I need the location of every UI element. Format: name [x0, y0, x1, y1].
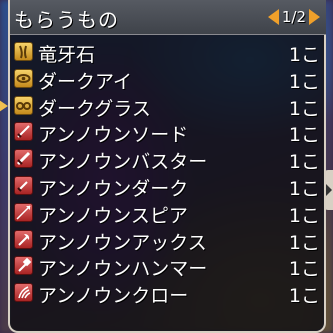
window-title: もらうもの	[14, 8, 119, 32]
chevron-right-icon	[326, 184, 332, 196]
greatsword-icon	[14, 149, 33, 169]
axe-icon	[14, 229, 33, 249]
item-quantity: 1こ	[288, 204, 320, 227]
item-quantity: 1こ	[288, 231, 320, 254]
list-item[interactable]: アンノウンクロー 1こ	[10, 279, 326, 308]
item-quantity: 1こ	[288, 97, 320, 120]
fang-stone-icon	[14, 42, 33, 61]
item-name: アンノウンダーク	[38, 177, 189, 200]
item-quantity: 1こ	[288, 151, 320, 174]
hammer-icon	[14, 256, 33, 276]
page-number: 1/2	[281, 8, 306, 26]
item-name: ダークグラス	[38, 97, 151, 120]
list-item[interactable]: アンノウンハンマー 1こ	[10, 252, 326, 281]
prev-page-icon[interactable]	[267, 9, 279, 25]
item-name: 竜牙石	[38, 44, 96, 66]
item-name: アンノウンソード	[38, 124, 189, 147]
item-name: アンノウンスピア	[38, 204, 188, 227]
next-page-icon[interactable]	[309, 9, 320, 25]
item-quantity: 1こ	[288, 70, 320, 93]
sword-icon	[14, 122, 33, 142]
item-quantity: 1こ	[288, 44, 320, 66]
item-quantity: 1こ	[288, 177, 320, 200]
title-bar: もらうもの 1/2	[10, 0, 326, 35]
spear-icon	[14, 202, 33, 222]
list-item[interactable]: ダークグラス 1こ	[10, 92, 326, 120]
list-item[interactable]: アンノウンスピア 1こ	[10, 199, 326, 227]
item-name: アンノウンハンマー	[38, 258, 208, 281]
page-indicator: 1/2	[267, 8, 320, 26]
item-quantity: 1こ	[288, 124, 320, 147]
side-scroll-tab[interactable]	[324, 170, 333, 210]
list-item[interactable]: アンノウンソード 1こ	[10, 118, 326, 147]
list-item[interactable]: アンノウンバスター 1こ	[10, 145, 326, 174]
item-name: アンノウンクロー	[38, 285, 189, 308]
selection-cursor-icon	[0, 100, 8, 112]
item-name: アンノウンバスター	[38, 151, 208, 174]
glasses-icon	[14, 95, 33, 115]
claw-icon	[14, 283, 33, 303]
list-item[interactable]: 竜牙石 1こ	[10, 38, 326, 66]
list-item[interactable]: アンノウンダーク 1こ	[10, 172, 326, 200]
item-quantity: 1こ	[288, 258, 320, 281]
eye-icon	[14, 68, 33, 88]
item-name: ダークアイ	[38, 70, 133, 93]
item-list-window: もらうもの 1/2 竜牙石 1こ ダークアイ 1こ ダークグラス 1こ アンノウンソード 1こ…	[8, 0, 326, 333]
item-name: アンノウンアックス	[38, 231, 207, 254]
dagger-icon	[14, 175, 33, 195]
item-list: 竜牙石 1こ ダークアイ 1こ ダークグラス 1こ アンノウンソード 1こ アンノウンバスター 1…	[10, 38, 326, 308]
list-item[interactable]: アンノウンアックス 1こ	[10, 226, 326, 254]
item-quantity: 1こ	[288, 285, 320, 308]
list-item[interactable]: ダークアイ 1こ	[10, 65, 326, 93]
